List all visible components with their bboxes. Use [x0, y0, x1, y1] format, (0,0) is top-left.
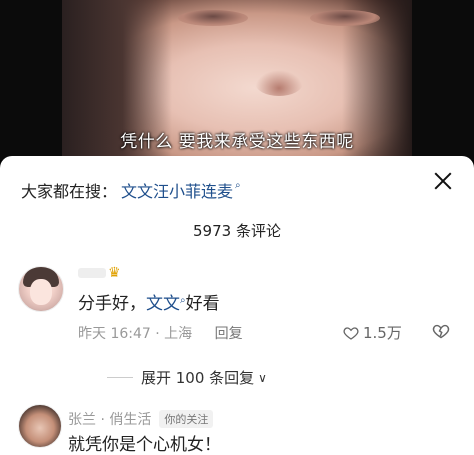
video-eye-left [178, 10, 248, 26]
comment-count: 5973 条评论 [193, 222, 281, 240]
comment-username[interactable]: 张兰 · 俏生活 你的关注 [68, 409, 214, 429]
dislike-icon[interactable] [432, 323, 450, 339]
search-suggestion[interactable]: 大家都在搜： 文文汪小菲连麦 ⌕ [21, 178, 241, 202]
video-nose [255, 70, 303, 96]
search-term-link[interactable]: 文文汪小菲连麦 [121, 178, 233, 202]
heart-icon [343, 326, 359, 340]
avatar[interactable] [18, 404, 62, 448]
search-icon: ⌕ [180, 295, 186, 306]
chevron-down-icon: ∨ [258, 370, 267, 385]
video-eye-right [310, 10, 380, 26]
comment-time: 昨天 16:47 · 上海 [78, 326, 193, 342]
comment-text: 分手好，文文⌕好看 [78, 289, 220, 314]
crown-icon: ♛ [108, 265, 121, 281]
comment-sheet: 大家都在搜： 文文汪小菲连麦 ⌕ 5973 条评论 ♛ 分手好，文文⌕好看 昨天… [0, 156, 474, 455]
comment-text-after: 好看 [185, 294, 220, 314]
comment-text-before: 分手好， [78, 294, 146, 314]
video-subtitle: 凭什么 要我来承受这些东西呢 [120, 132, 354, 152]
video-player[interactable]: 凭什么 要我来承受这些东西呢 [0, 0, 474, 160]
expand-replies-button[interactable]: 展开 100 条回复 ∨ [107, 367, 267, 388]
avatar-face [30, 279, 52, 305]
search-icon: ⌕ [235, 179, 241, 191]
username-text: 张兰 · 俏生活 [68, 412, 152, 428]
reply-button[interactable]: 回复 [215, 326, 243, 342]
like-button[interactable]: 1.5万 [343, 322, 402, 343]
comment-text: 就凭你是个心机女！ [68, 435, 221, 455]
follow-badge: 你的关注 [159, 410, 214, 428]
search-prefix: 大家都在搜： [21, 182, 118, 201]
like-count: 1.5万 [363, 324, 402, 342]
avatar[interactable] [18, 266, 64, 312]
expand-replies-label: 展开 100 条回复 [141, 369, 255, 387]
divider [107, 377, 133, 378]
comment-meta: 昨天 16:47 · 上海 回复 [78, 323, 243, 343]
comment-username[interactable]: ♛ [78, 265, 121, 281]
username-blurred [78, 268, 106, 278]
close-icon[interactable] [432, 170, 454, 192]
comment-link[interactable]: 文文 [146, 294, 180, 314]
